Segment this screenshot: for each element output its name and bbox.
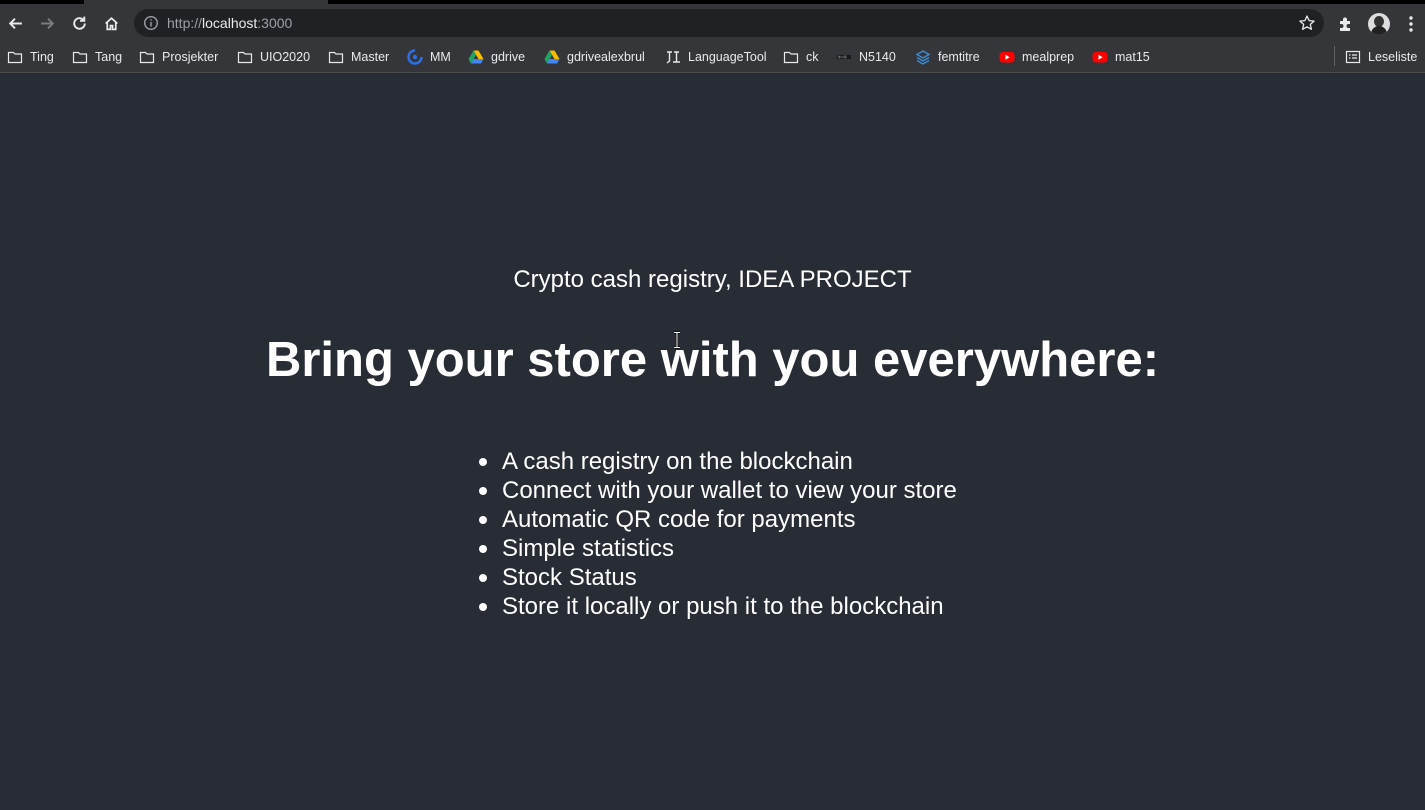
bookmark-mm[interactable]: MM xyxy=(407,48,451,66)
bookmark-label: mealprep xyxy=(1022,50,1075,64)
bookmark-label: gdrive xyxy=(491,50,526,64)
bookmark-label: MM xyxy=(430,50,451,64)
bookmark-gdrive[interactable]: gdrive xyxy=(468,48,525,66)
profile-avatar[interactable] xyxy=(1368,13,1390,35)
reload-icon xyxy=(72,16,86,30)
youtube-icon xyxy=(1092,52,1108,63)
folder-icon xyxy=(139,51,155,64)
url-host: localhost xyxy=(202,15,258,31)
home-button[interactable] xyxy=(96,8,126,38)
url-port: :3000 xyxy=(257,15,293,31)
mm-icon xyxy=(407,49,423,65)
page-headline: Bring your store with you everywhere: xyxy=(265,333,1160,387)
bookmark-label: femtitre xyxy=(938,50,980,64)
youtube-icon xyxy=(999,52,1015,63)
languagetool-icon xyxy=(666,51,680,64)
bookmark-label: Ting xyxy=(30,50,54,64)
folder-icon xyxy=(7,51,23,64)
google-drive-icon xyxy=(468,50,484,64)
bookmark-star-icon[interactable] xyxy=(1298,14,1316,32)
home-icon xyxy=(104,16,118,30)
feature-item: A cash registry on the blockchain xyxy=(479,447,957,476)
bookmark-mat15[interactable]: mat15 xyxy=(1092,48,1150,66)
address-bar[interactable]: http://localhost:3000 xyxy=(134,9,1324,37)
bookmark-master[interactable]: Master xyxy=(328,48,389,66)
forward-button[interactable] xyxy=(32,8,62,38)
bookmark-gdrivealexbrul[interactable]: gdrivealexbrul xyxy=(544,48,645,66)
bookmark-label: gdrivealexbrul xyxy=(567,50,645,64)
bookmark-label: Master xyxy=(351,50,390,64)
browser-menu-button[interactable] xyxy=(1400,12,1422,36)
bookmark-label: Prosjekter xyxy=(162,50,219,64)
url-text[interactable]: http://localhost:3000 xyxy=(167,15,292,31)
bookmark-label: Tang xyxy=(95,50,123,64)
bookmark-label: N5140 xyxy=(859,50,896,64)
reading-list-icon xyxy=(1345,50,1361,64)
extensions-puzzle-icon[interactable] xyxy=(1336,14,1356,34)
reading-list-button[interactable]: Leseliste xyxy=(1345,48,1417,66)
bookmark-ck[interactable]: ck xyxy=(783,48,819,66)
page-subtitle: Crypto cash registry, IDEA PROJECT xyxy=(513,266,912,293)
bookmark-n5140[interactable]: N5140 xyxy=(836,48,896,66)
feature-item: Connect with your wallet to view your st… xyxy=(479,477,957,504)
text-cursor-icon xyxy=(674,331,680,349)
bookmark-languagetool[interactable]: LanguageTool xyxy=(665,48,767,66)
reload-button[interactable] xyxy=(64,8,94,38)
more-vertical-icon xyxy=(1409,16,1413,32)
bookmark-ting[interactable]: Ting xyxy=(7,48,54,66)
bookmark-label: ck xyxy=(806,50,819,64)
url-scheme: http:// xyxy=(167,15,203,31)
info-icon[interactable] xyxy=(143,15,159,31)
feature-item: Automatic QR code for payments xyxy=(479,505,957,534)
feature-list: A cash registry on the blockchain Connec… xyxy=(479,447,957,621)
feature-item: Simple statistics xyxy=(479,534,957,563)
folder-icon xyxy=(328,51,344,64)
bookmarks-bar: Ting Tang Prosjekter UIO2020 Master MM g… xyxy=(0,42,1425,73)
folder-icon xyxy=(237,51,253,64)
bookmark-label: UIO2020 xyxy=(260,50,311,64)
bookmark-mealprep[interactable]: mealprep xyxy=(999,48,1074,66)
back-button[interactable] xyxy=(0,8,30,38)
arrow-left-icon xyxy=(8,17,22,29)
bookmark-femtitre[interactable]: femtitre xyxy=(915,48,980,66)
browser-toolbar: http://localhost:3000 xyxy=(0,4,1425,42)
feature-item: Store it locally or push it to the block… xyxy=(479,592,957,621)
folder-icon xyxy=(72,51,88,64)
folder-icon xyxy=(783,51,799,64)
arrow-right-icon xyxy=(40,17,54,29)
feature-item: Stock Status xyxy=(479,563,957,592)
bookmark-label: mat15 xyxy=(1115,50,1150,64)
bookmarks-divider xyxy=(1334,46,1335,66)
avatar-body xyxy=(1371,26,1387,35)
uio-icon xyxy=(837,55,851,59)
bookmark-uio2020[interactable]: UIO2020 xyxy=(237,48,310,66)
page-content: Crypto cash registry, IDEA PROJECT Bring… xyxy=(0,73,1425,810)
google-drive-icon xyxy=(544,50,560,64)
reading-list-label: Leseliste xyxy=(1368,50,1418,64)
bookmark-label: LanguageTool xyxy=(688,50,767,64)
bookmark-tang[interactable]: Tang xyxy=(72,48,122,66)
bookmark-prosjekter[interactable]: Prosjekter xyxy=(139,48,218,66)
stack-icon xyxy=(915,50,931,65)
